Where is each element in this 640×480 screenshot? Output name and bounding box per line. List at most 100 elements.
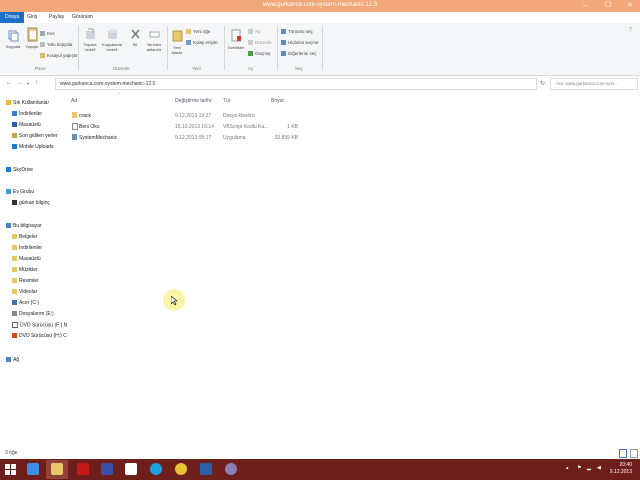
status-bar: 3 öğe [0,447,640,459]
nav-drive-c[interactable]: Acer (C:) [12,300,39,306]
copy-icon [8,30,19,42]
desktop-icon [12,122,17,128]
copy-label: Kopyala [5,44,21,49]
ribbon: Kopyala Yapıştır Kes Yolu kopyala Kısayo… [0,23,640,76]
paste-shortcut-button[interactable]: Kısayol yapıştır [40,53,78,59]
refresh-icon[interactable]: ↻ [540,80,545,87]
user-icon [12,200,17,206]
table-row[interactable]: crack 9.12.2013 19:27 Dosya klasörü [70,111,310,121]
nav-desktop[interactable]: Masaüstü [12,122,41,128]
group-label-clipboard: Pano [35,66,46,71]
nav-homegroup-user[interactable]: gürkan bilginç [12,200,50,206]
table-row[interactable]: Beni Oku 15.10.2013 16:14 VBScript Kodlu… [70,122,310,132]
delete-x-icon [130,28,141,40]
rename-button[interactable]: Yeniden adlandır [144,28,164,52]
nav-drive-f[interactable]: DVD Sürücüsü (F:) N [12,322,67,328]
back-arrow-icon[interactable]: ← [6,80,12,86]
paste-label: Yapıştır [25,44,39,49]
scissors-icon [40,31,45,37]
tray-up-arrow-icon[interactable]: ▴ [566,465,569,471]
downloads-folder-icon [12,245,17,251]
select-all-button[interactable]: Tümünü seç [281,29,313,35]
edit-button[interactable]: Düzenle [248,40,272,46]
nav-mobile-uploads[interactable]: Mobile Uploads [12,144,53,150]
tab-file[interactable]: Dosya [0,12,25,23]
nav-downloads[interactable]: İndirilenler [12,111,42,117]
sort-indicator-icon: ^ [118,91,120,96]
easy-access-button[interactable]: Kolay erişim [186,40,218,46]
file-type: VBScript Kodlu Ka... [223,124,269,130]
taskbar-word[interactable] [195,460,217,479]
properties-icon [231,28,242,43]
recent-locations-icon[interactable]: ▾ [27,81,29,86]
column-header-type[interactable]: Tür [223,98,231,104]
group-label-open: Aç [248,66,254,71]
select-none-button[interactable]: Hiçbirini seçme [281,40,319,46]
nav-favorites[interactable]: Sık Kullanılanlar [6,100,49,106]
edit-icon [248,40,253,46]
taskbar-yandex[interactable] [120,460,142,479]
search-input[interactable]: Ara: www.gurkanca.com-syst... [550,78,638,90]
file-size: 33.899 KB [274,135,298,141]
paste-button[interactable]: Yapıştır [22,26,42,49]
start-button[interactable] [0,460,22,479]
taskbar-skype[interactable] [145,460,167,479]
history-button[interactable]: Geçmiş [248,51,270,57]
tab-share[interactable]: Paylaş [49,14,64,20]
dvd-drive-icon [12,322,18,328]
nav-pictures[interactable]: Resimler [12,278,39,284]
taskbar-explorer[interactable] [46,460,68,479]
nav-pc-downloads[interactable]: İndirilenler [12,245,42,251]
nav-drive-h[interactable]: DVD Sürücüsü (H:) C [12,333,67,339]
taskbar-ie[interactable] [22,460,44,479]
cut-button[interactable]: Kes [40,31,55,37]
forward-arrow-icon[interactable]: → [17,80,23,86]
invert-selection-button[interactable]: Diğerlerini seç [281,51,317,57]
minimize-button[interactable]: – [583,1,587,10]
delete-button[interactable]: Sil [128,28,142,47]
nav-homegroup[interactable]: Ev Grubu [6,189,34,195]
large-icons-view-icon[interactable] [630,449,638,458]
help-icon[interactable]: ? [629,27,632,33]
nav-skydrive[interactable]: SkyDrive [6,167,33,173]
open-button[interactable]: Aç [248,29,260,35]
nav-recent[interactable]: Son gidilen yerler [12,133,58,139]
copy-path-button[interactable]: Yolu kopyala [40,42,72,48]
up-arrow-icon[interactable]: ↑ [35,80,38,86]
taskbar-chrome[interactable] [170,460,192,479]
nav-pc-desktop[interactable]: Masaüstü [12,256,41,262]
taskbar-app[interactable] [96,460,118,479]
column-header-name[interactable]: Ad [71,98,77,104]
table-row[interactable]: SystemMechanic 9.12.2013 09:17 Uygulama … [70,133,310,143]
group-label-organize: Düzenle [113,66,130,71]
details-view-icon[interactable] [619,449,627,458]
move-to-button[interactable]: Taşıma hedefi [81,28,99,52]
properties-button[interactable]: Özellikler [227,28,245,50]
copy-to-button[interactable]: Kopyalama hedefi [101,28,123,52]
close-button[interactable]: ✕ [627,1,633,10]
clock[interactable]: 20:40 9.12.2013 [610,462,632,476]
nav-documents[interactable]: Belgeler [12,234,37,240]
new-item-button[interactable]: Yeni öğe [186,29,210,35]
maximize-button[interactable]: ☐ [605,1,611,10]
column-header-date[interactable]: Değiştirme tarihi [175,98,211,104]
taskbar-app2[interactable] [220,460,242,479]
new-folder-button[interactable]: Yeni klasör [169,28,185,55]
computer-icon [6,223,11,229]
tab-home[interactable]: Giriş [27,14,37,20]
nav-network[interactable]: Ağ [6,357,19,363]
flag-icon[interactable]: ⚑ [577,465,581,471]
volume-icon[interactable]: ◀ [597,465,601,471]
nav-drive-e[interactable]: Dosyalarım (E:) [12,311,54,317]
column-header-size[interactable]: Boyut [271,98,284,104]
tab-view[interactable]: Görünüm [72,14,93,20]
file-date: 15.10.2013 16:14 [175,124,214,130]
network-tray-icon[interactable]: ▂ [587,465,591,471]
taskbar-antivirus[interactable] [72,460,94,479]
copy-button[interactable]: Kopyala [3,30,23,49]
address-box[interactable]: www.gurkanca.com-system-mechanic-12.5 [55,78,537,90]
music-folder-icon [12,267,17,273]
nav-thispc[interactable]: Bu bilgisayar [6,223,42,229]
nav-music[interactable]: Müzikler [12,267,38,273]
nav-videos[interactable]: Videolar [12,289,37,295]
